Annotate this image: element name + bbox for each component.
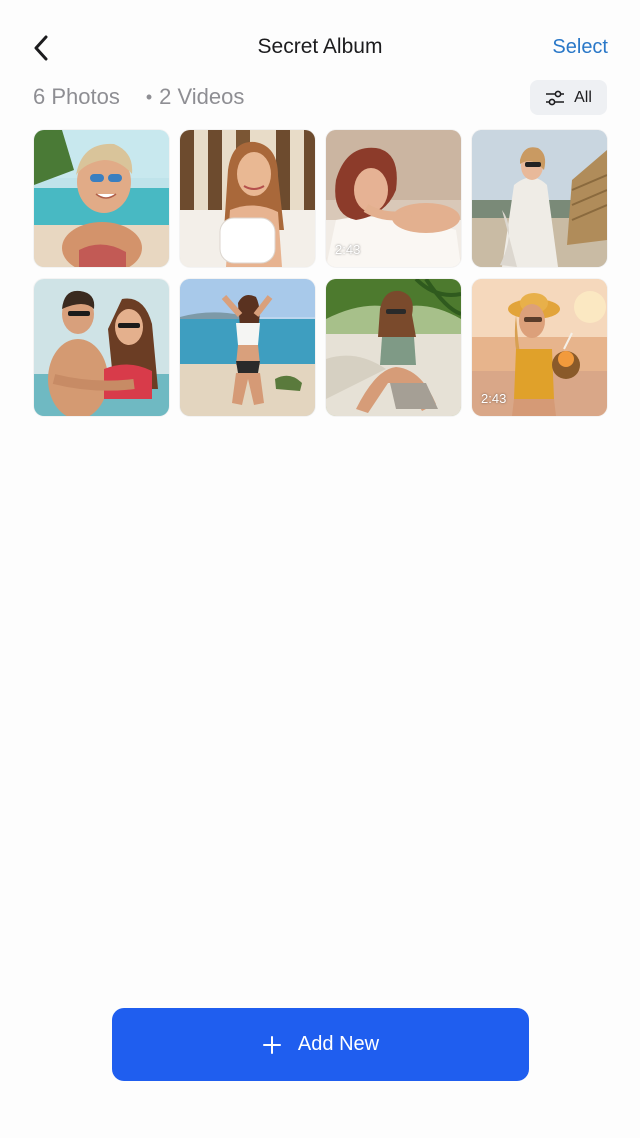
select-button[interactable]: Select bbox=[552, 36, 608, 59]
video-duration: 2:43 bbox=[481, 391, 507, 406]
media-thumbnail[interactable]: 2:43 bbox=[326, 130, 461, 267]
filter-label: All bbox=[574, 88, 592, 106]
media-count: 6 Photos • 2 Videos bbox=[33, 84, 244, 110]
media-thumbnail[interactable] bbox=[326, 279, 461, 416]
back-button[interactable] bbox=[26, 30, 56, 66]
photos-count: 6 Photos bbox=[33, 84, 120, 109]
photo-image bbox=[472, 130, 607, 267]
media-grid: 2:43 2:43 bbox=[34, 130, 608, 416]
media-thumbnail[interactable] bbox=[34, 130, 169, 267]
chevron-left-icon bbox=[34, 35, 48, 61]
plus-icon bbox=[262, 1035, 281, 1054]
add-new-button[interactable]: Add New bbox=[112, 1008, 529, 1081]
photo-image bbox=[180, 130, 315, 267]
photo-image bbox=[34, 279, 169, 416]
photo-image bbox=[34, 130, 169, 267]
media-thumbnail[interactable] bbox=[34, 279, 169, 416]
photo-image bbox=[180, 279, 315, 416]
page-title: Secret Album bbox=[257, 35, 383, 58]
media-thumbnail[interactable] bbox=[180, 130, 315, 267]
video-duration: 2:43 bbox=[335, 242, 361, 257]
photo-image bbox=[326, 279, 461, 416]
media-thumbnail[interactable] bbox=[180, 279, 315, 416]
separator-dot: • bbox=[145, 86, 153, 107]
add-new-label: Add New bbox=[297, 1033, 380, 1055]
videos-count: 2 Videos bbox=[159, 84, 245, 109]
media-thumbnail[interactable] bbox=[472, 130, 607, 267]
filter-button[interactable]: All bbox=[530, 80, 607, 115]
sliders-icon bbox=[546, 90, 565, 105]
media-thumbnail[interactable]: 2:43 bbox=[472, 279, 607, 416]
